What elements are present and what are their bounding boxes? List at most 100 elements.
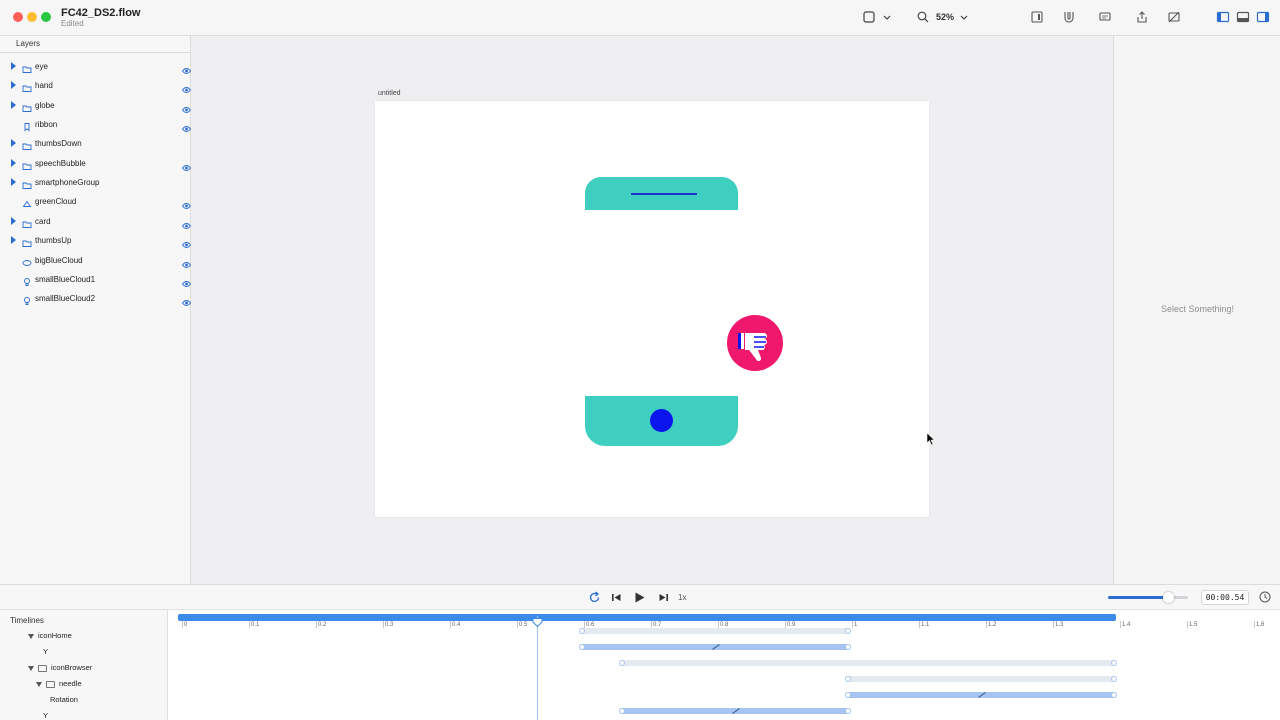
- timeline-row-rotation[interactable]: Rotation: [50, 695, 78, 709]
- keyframe-start-handle[interactable]: [579, 628, 585, 634]
- volume-knob[interactable]: [1163, 592, 1174, 603]
- current-time[interactable]: 00:00.54: [1201, 590, 1249, 605]
- disclosure-triangle-icon[interactable]: [11, 100, 16, 109]
- toggle-right-panel-button[interactable]: [1256, 10, 1270, 24]
- zoom-button[interactable]: [916, 10, 930, 24]
- timeline-row-iconbrowser[interactable]: iconBrowser: [28, 663, 92, 677]
- timeline-keyframe-bar[interactable]: [619, 660, 1117, 666]
- smartphone-bottom[interactable]: [585, 396, 738, 446]
- timeline-row-y[interactable]: Y: [43, 647, 48, 661]
- visibility-eye-icon[interactable]: [181, 217, 192, 229]
- keyframe-start-handle[interactable]: [619, 660, 625, 666]
- canvas[interactable]: untitled: [191, 36, 1113, 584]
- disclosure-triangle-icon[interactable]: [11, 139, 16, 148]
- disclosure-triangle-icon[interactable]: [11, 178, 16, 187]
- keyframe-end-handle[interactable]: [845, 708, 851, 714]
- playback-speed[interactable]: 1x: [678, 593, 686, 602]
- layer-row-eye[interactable]: eye: [0, 57, 192, 76]
- play-button[interactable]: [633, 591, 646, 604]
- visibility-eye-icon[interactable]: [181, 62, 192, 74]
- skip-back-button[interactable]: [610, 591, 623, 604]
- playhead-handle[interactable]: [532, 618, 543, 627]
- layer-row-hand[interactable]: hand: [0, 76, 192, 95]
- artboard[interactable]: [375, 101, 929, 517]
- keyframe-end-handle[interactable]: [1111, 692, 1117, 698]
- disclosure-triangle-icon[interactable]: [11, 81, 16, 90]
- visibility-eye-icon[interactable]: [181, 236, 192, 249]
- disclosure-triangle-icon[interactable]: [11, 62, 16, 70]
- toggle-left-panel-button[interactable]: [1216, 10, 1230, 24]
- disclosure-triangle-icon[interactable]: [28, 633, 34, 639]
- timeline-keyframe-bar[interactable]: [845, 692, 1117, 698]
- thumbs-down-badge[interactable]: [727, 315, 783, 371]
- shape-tool-dropdown[interactable]: [880, 10, 894, 24]
- timeline-row-iconhome[interactable]: iconHome: [28, 631, 72, 645]
- share-button[interactable]: [1135, 10, 1149, 24]
- clock-icon[interactable]: [1259, 591, 1271, 603]
- snap-button[interactable]: [1062, 10, 1076, 24]
- loop-button[interactable]: [588, 591, 601, 604]
- smartphone-top[interactable]: [585, 177, 738, 210]
- keyframe-end-handle[interactable]: [845, 644, 851, 650]
- toggle-bottom-panel-button[interactable]: [1236, 10, 1250, 24]
- visibility-eye-icon[interactable]: [181, 101, 192, 113]
- layers-panel: Layers eye hand globe ribbon thumbsDown speec…: [0, 36, 192, 584]
- align-button[interactable]: [1030, 10, 1044, 24]
- layer-row-speechBubble[interactable]: speechBubble: [0, 154, 192, 173]
- disclosure-triangle-icon[interactable]: [11, 236, 16, 245]
- layer-row-smartphoneGroup[interactable]: smartphoneGroup: [0, 173, 190, 192]
- keyframe-end-handle[interactable]: [1111, 676, 1117, 682]
- layer-row-thumbsDown[interactable]: thumbsDown: [0, 134, 190, 153]
- keyframe-start-handle[interactable]: [845, 692, 851, 698]
- visibility-eye-icon[interactable]: [181, 294, 192, 307]
- layer-row-bigBlueCloud[interactable]: bigBlueCloud: [0, 251, 192, 270]
- zoom-dropdown[interactable]: [957, 10, 971, 24]
- smartphone-home-button[interactable]: [650, 409, 673, 432]
- layer-row-globe[interactable]: globe: [0, 96, 192, 115]
- timeline-row-y[interactable]: Y: [43, 711, 48, 720]
- zoom-level[interactable]: 52%: [936, 12, 954, 22]
- timeline-keyframe-bar[interactable]: [579, 644, 851, 650]
- timeline-keyframe-bar[interactable]: [619, 708, 851, 714]
- loop-icon: [589, 591, 600, 603]
- timeline-duration-bar[interactable]: [178, 614, 1116, 621]
- disclosure-triangle-icon[interactable]: [11, 158, 16, 167]
- comment-button[interactable]: [1098, 10, 1112, 24]
- time-ruler[interactable]: 0 0.1 0.2 0.3 0.4 0.5 0.6 0.7 0.8 0.9 1 1.1 1.2 1.3 1.…: [178, 614, 1280, 628]
- layer-row-smallBlueCloud2[interactable]: smallBlueCloud2: [0, 289, 192, 308]
- preview-button[interactable]: [1167, 10, 1181, 24]
- disclosure-triangle-icon[interactable]: [11, 216, 16, 225]
- close-window-button[interactable]: [13, 12, 23, 22]
- keyframe-end-handle[interactable]: [845, 628, 851, 634]
- layer-row-ribbon[interactable]: ribbon: [0, 115, 192, 134]
- keyframe-start-handle[interactable]: [619, 708, 625, 714]
- visibility-eye-icon[interactable]: [181, 159, 192, 171]
- layer-name: greenCloud: [35, 197, 77, 207]
- visibility-eye-icon[interactable]: [181, 256, 192, 268]
- bulb-icon: [22, 293, 32, 306]
- skip-forward-button[interactable]: [657, 591, 670, 604]
- visibility-eye-icon[interactable]: [181, 81, 192, 94]
- visibility-eye-icon[interactable]: [181, 275, 192, 287]
- visibility-eye-icon[interactable]: [181, 120, 192, 133]
- keyframe-start-handle[interactable]: [845, 676, 851, 682]
- layer-row-greenCloud[interactable]: greenCloud: [0, 192, 192, 211]
- zoom-window-button[interactable]: [41, 12, 51, 22]
- timeline-keyframe-bar[interactable]: [845, 676, 1117, 682]
- disclosure-triangle-icon[interactable]: [28, 665, 34, 671]
- visibility-eye-icon[interactable]: [181, 197, 192, 210]
- shape-tool-button[interactable]: [862, 10, 876, 24]
- artboard-label[interactable]: untitled: [378, 90, 401, 97]
- keyframe-end-handle[interactable]: [1111, 660, 1117, 666]
- keyframe-start-handle[interactable]: [579, 644, 585, 650]
- disclosure-triangle-icon[interactable]: [36, 681, 42, 687]
- document-title: FC42_DS2.flow: [61, 7, 141, 19]
- layer-row-card[interactable]: card: [0, 212, 192, 231]
- volume-slider[interactable]: [1108, 592, 1188, 603]
- timeline-row-needle[interactable]: needle: [36, 679, 82, 693]
- layer-row-thumbsUp[interactable]: thumbsUp: [0, 231, 192, 250]
- layer-row-smallBlueCloud1[interactable]: smallBlueCloud1: [0, 270, 192, 289]
- minimize-window-button[interactable]: [27, 12, 37, 22]
- timeline-keyframe-bar[interactable]: [579, 628, 851, 634]
- smartphone-speaker[interactable]: [631, 193, 697, 195]
